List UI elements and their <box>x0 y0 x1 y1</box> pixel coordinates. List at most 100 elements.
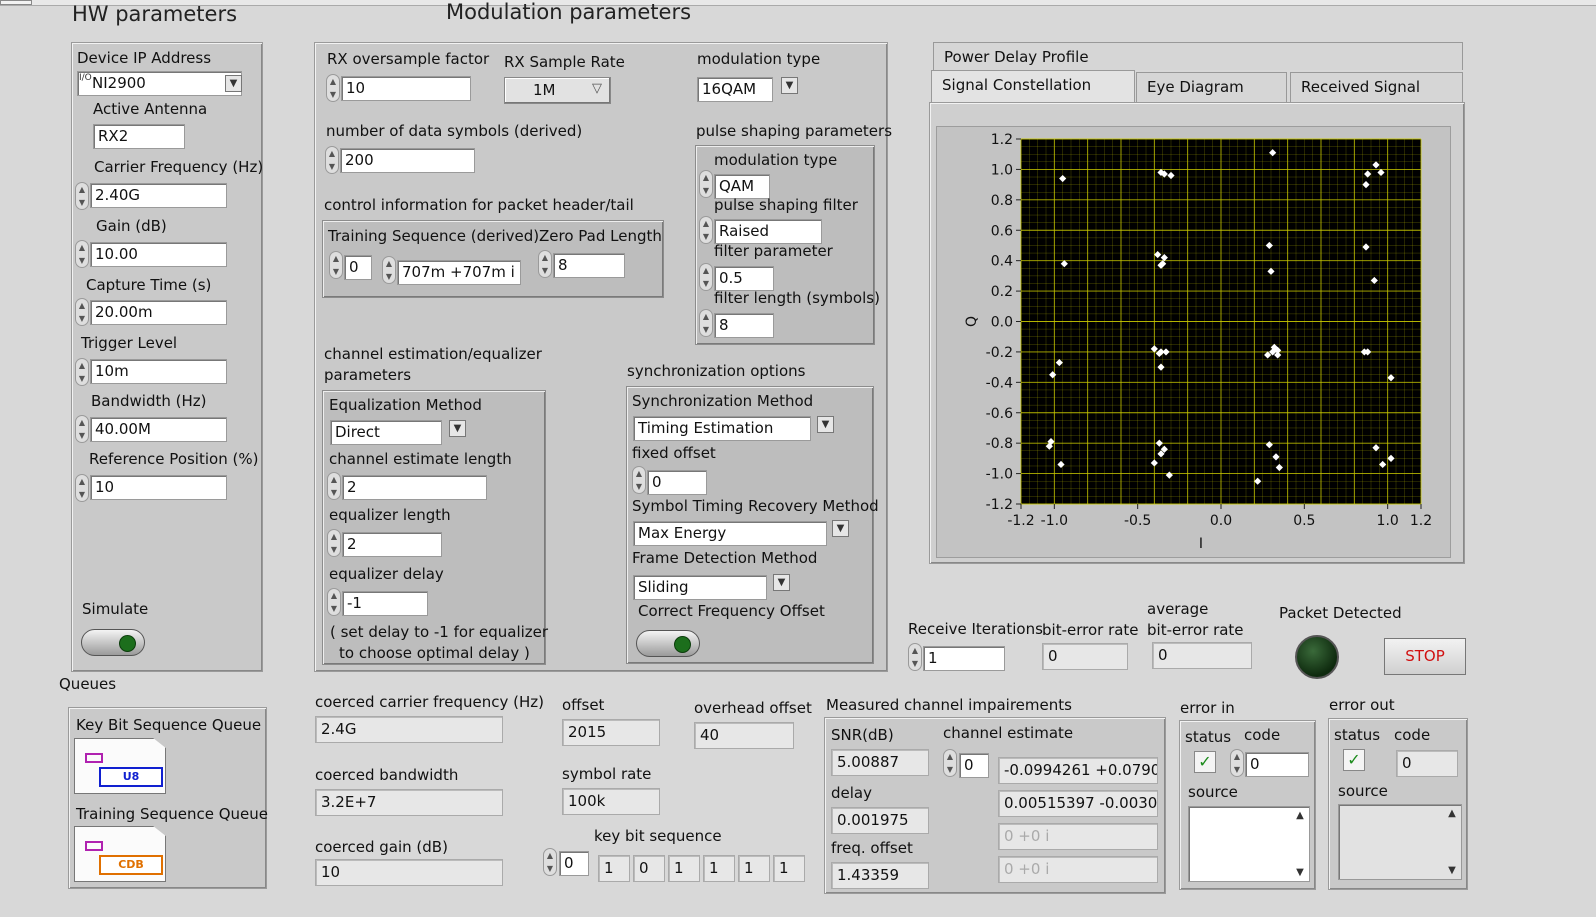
zero-pad-spinner[interactable]: ▲ ▼ <box>538 250 552 278</box>
queue-refnum-icon <box>85 753 103 763</box>
ref-position-field[interactable]: 10 <box>90 475 227 500</box>
tab-power-delay-profile[interactable]: Power Delay Profile <box>933 42 1463 70</box>
capture-time-spinner[interactable]: ▲ ▼ <box>75 298 89 326</box>
y-axis-label: Q <box>964 316 980 327</box>
training-seq-value-field: 707m +707m i <box>397 260 521 285</box>
training-queue-type-icon: CDB <box>99 855 163 875</box>
fixed-offset-spinner[interactable]: ▲ ▼ <box>632 466 646 494</box>
trigger-level-label: Trigger Level <box>81 334 178 352</box>
chan-est-len-field[interactable]: 2 <box>342 475 487 500</box>
error-in-source-field[interactable]: ▲ ▼ <box>1188 806 1310 882</box>
ps-filter-param-spinner[interactable]: ▲ ▼ <box>699 263 713 291</box>
rx-oversample-spinner[interactable]: ▲ ▼ <box>326 74 340 102</box>
simulate-toggle[interactable] <box>81 629 145 656</box>
symbol-timing-field[interactable]: Max Energy <box>633 521 827 546</box>
modulation-type-dropdown-button[interactable]: ▼ <box>781 77 798 94</box>
eq-delay-field[interactable]: -1 <box>342 591 428 616</box>
chan-est-len-spinner[interactable]: ▲ ▼ <box>327 472 341 500</box>
offset-indicator: 2015 <box>562 719 660 746</box>
delay-label: delay <box>831 784 872 802</box>
chan-est-section-label-1: channel estimation/equalizer <box>324 345 542 363</box>
key-bit-queue-terminal[interactable]: U8 <box>74 738 166 794</box>
packet-detected-led <box>1295 635 1339 679</box>
tab-received-signal[interactable]: Received Signal <box>1290 72 1463 102</box>
bandwidth-field[interactable]: 40.00M <box>90 417 227 442</box>
training-queue-terminal[interactable]: CDB <box>74 826 166 882</box>
fixed-offset-field[interactable]: 0 <box>647 470 707 495</box>
tab-signal-constellation[interactable]: Signal Constellation <box>931 70 1135 104</box>
carrier-freq-spinner[interactable]: ▲ ▼ <box>75 182 89 210</box>
ps-filter-spinner[interactable]: ▲ ▼ <box>699 216 713 244</box>
eq-method-dropdown-button[interactable]: ▼ <box>449 420 466 437</box>
y-tick-label: 0.4 <box>991 254 1013 270</box>
trigger-level-spinner[interactable]: ▲ ▼ <box>75 358 89 386</box>
key-bit-3: 1 <box>703 855 735 882</box>
y-tick-label: 1.2 <box>991 132 1013 148</box>
scroll-up-icon[interactable]: ▲ <box>1293 810 1307 821</box>
training-seq-elem-spinner[interactable]: ▲ ▼ <box>382 256 396 284</box>
ps-mod-type-spinner[interactable]: ▲ ▼ <box>699 170 713 198</box>
num-symbols-spinner[interactable]: ▲ ▼ <box>325 146 339 174</box>
bandwidth-spinner[interactable]: ▲ ▼ <box>75 415 89 443</box>
error-in-title: error in <box>1180 699 1235 717</box>
key-bit-index-field[interactable]: 0 <box>559 851 589 876</box>
sync-method-field[interactable]: Timing Estimation <box>633 416 811 441</box>
frame-detect-dropdown-button[interactable]: ▼ <box>773 574 790 591</box>
chan-estimate-index-spinner[interactable]: ▲ ▼ <box>943 749 957 777</box>
trigger-level-field[interactable]: 10m <box>90 359 227 384</box>
y-tick-label: -0.2 <box>986 345 1013 361</box>
rx-oversample-label: RX oversample factor <box>327 50 490 68</box>
device-ip-combo[interactable]: NI2900 <box>77 71 242 96</box>
device-ip-dropdown-button[interactable]: ▼ <box>225 75 242 92</box>
symbol-timing-dropdown-button[interactable]: ▼ <box>832 520 849 537</box>
rx-sample-rate-value: 1M <box>533 81 556 99</box>
zero-pad-field[interactable]: 8 <box>553 253 625 278</box>
ps-filter-param-field[interactable]: 0.5 <box>714 266 774 291</box>
ref-position-spinner[interactable]: ▲ ▼ <box>75 474 89 502</box>
error-in-status-checkbox[interactable]: ✓ <box>1194 751 1216 773</box>
ps-filter-field[interactable]: Raised <box>714 219 822 244</box>
error-out-source-label: source <box>1338 782 1388 800</box>
snr-label: SNR(dB) <box>831 726 894 744</box>
carrier-freq-field[interactable]: 2.40G <box>90 183 227 208</box>
chan-estimate-value-0: -0.0994261 +0.07904 <box>998 757 1158 784</box>
receive-iter-field[interactable]: 1 <box>923 646 1005 671</box>
rx-sample-rate-ring[interactable]: 1M ▽ <box>504 77 611 104</box>
chan-estimate-index-field[interactable]: 0 <box>959 753 989 778</box>
eq-len-field[interactable]: 2 <box>342 532 442 557</box>
eq-method-field[interactable]: Direct <box>330 420 442 445</box>
error-out-code-label: code <box>1394 726 1431 744</box>
gain-field[interactable]: 10.00 <box>90 242 227 267</box>
stop-button[interactable]: STOP <box>1384 638 1466 675</box>
modulation-type-field[interactable]: 16QAM <box>697 77 773 102</box>
eq-delay-spinner[interactable]: ▲ ▼ <box>327 588 341 616</box>
coerced-gain-indicator: 10 <box>315 859 503 886</box>
capture-time-field[interactable]: 20.00m <box>90 300 227 325</box>
gain-spinner[interactable]: ▲ ▼ <box>75 240 89 268</box>
scroll-down-icon[interactable]: ▼ <box>1293 867 1307 878</box>
ps-filter-len-field[interactable]: 8 <box>714 313 774 338</box>
coerced-carrier-indicator: 2.4G <box>315 716 503 743</box>
error-in-code-spinner[interactable]: ▲ ▼ <box>1230 749 1244 777</box>
offset-label: offset <box>562 696 605 714</box>
y-tick-label: 0.2 <box>991 284 1013 300</box>
window-corner-box <box>0 0 32 5</box>
rx-oversample-field[interactable]: 10 <box>341 76 471 101</box>
frame-detect-field[interactable]: Sliding <box>633 575 767 600</box>
ps-filter-len-spinner[interactable]: ▲ ▼ <box>699 309 713 337</box>
receive-iter-spinner[interactable]: ▲ ▼ <box>908 643 922 671</box>
active-antenna-field[interactable]: RX2 <box>93 124 185 149</box>
training-seq-index-field[interactable]: 0 <box>344 255 372 280</box>
correct-freq-toggle[interactable] <box>636 630 700 657</box>
tab-eye-diagram[interactable]: Eye Diagram <box>1136 72 1287 102</box>
training-seq-index-spinner[interactable]: ▲ ▼ <box>329 251 343 279</box>
scroll-up-icon[interactable]: ▲ <box>1445 808 1459 819</box>
frame-detect-label: Frame Detection Method <box>632 549 818 567</box>
error-in-status-label: status <box>1185 728 1232 746</box>
scroll-down-icon[interactable]: ▼ <box>1445 865 1459 876</box>
sync-method-dropdown-button[interactable]: ▼ <box>817 416 834 433</box>
error-in-code-field[interactable]: 0 <box>1245 752 1309 777</box>
eq-len-spinner[interactable]: ▲ ▼ <box>327 529 341 557</box>
key-bit-index-spinner[interactable]: ▲ ▼ <box>543 848 557 876</box>
chan-estimate-value-3: 0 +0 i <box>998 856 1158 883</box>
